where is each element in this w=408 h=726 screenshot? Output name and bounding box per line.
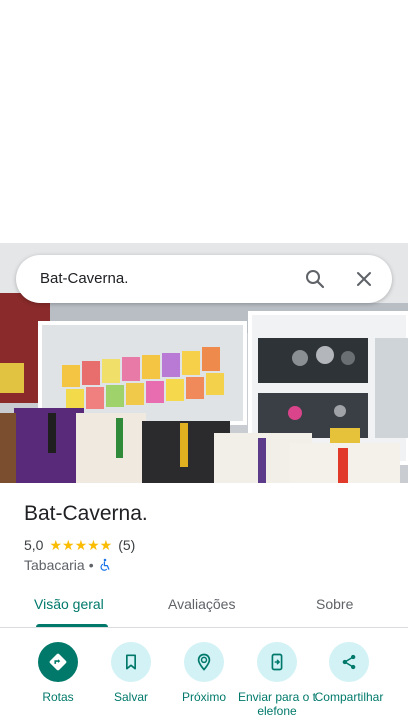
directions-icon bbox=[38, 642, 78, 682]
rating-row[interactable]: 5,0 ★★★★★ (5) bbox=[24, 536, 135, 554]
active-tab-indicator bbox=[36, 624, 108, 627]
map-blank-area bbox=[0, 0, 408, 243]
wheelchair-accessible-icon bbox=[100, 558, 110, 571]
category-row: Tabacaria • bbox=[24, 556, 112, 574]
search-icon[interactable] bbox=[303, 267, 327, 291]
share-icon bbox=[329, 642, 369, 682]
separator: • bbox=[88, 557, 94, 573]
tab-about[interactable]: Sobre bbox=[316, 596, 353, 612]
save-label: Salvar bbox=[113, 690, 148, 704]
tab-reviews[interactable]: Avaliações bbox=[168, 596, 235, 612]
directions-button[interactable]: Rotas bbox=[18, 642, 98, 704]
nearby-label: Próximo bbox=[181, 690, 226, 704]
bookmark-icon bbox=[111, 642, 151, 682]
star-rating-icon: ★★★★★ bbox=[49, 536, 113, 553]
place-title: Bat-Caverna. bbox=[24, 502, 148, 525]
place-category: Tabacaria bbox=[24, 557, 85, 573]
send-to-phone-button[interactable]: Enviar para o telefone bbox=[237, 642, 317, 718]
directions-label: Rotas bbox=[42, 690, 74, 704]
send-to-phone-icon bbox=[257, 642, 297, 682]
review-count[interactable]: (5) bbox=[118, 537, 135, 553]
search-input[interactable]: Bat-Caverna. bbox=[40, 270, 128, 287]
action-bar: Rotas Salvar Próximo Enviar para o telef… bbox=[0, 640, 408, 726]
tab-bar: Visão geral Avaliações Sobre bbox=[0, 584, 408, 628]
save-button[interactable]: Salvar bbox=[91, 642, 171, 704]
send-to-phone-label: Enviar para o telefone bbox=[237, 690, 317, 718]
tab-overview[interactable]: Visão geral bbox=[34, 596, 104, 612]
nearby-icon bbox=[184, 642, 224, 682]
nearby-button[interactable]: Próximo bbox=[164, 642, 244, 704]
search-bar[interactable]: Bat-Caverna. bbox=[16, 255, 392, 303]
share-button[interactable]: Compartilhar bbox=[309, 642, 389, 704]
close-icon[interactable] bbox=[352, 267, 376, 291]
rating-value: 5,0 bbox=[24, 537, 44, 553]
share-label: Compartilhar bbox=[314, 690, 384, 704]
